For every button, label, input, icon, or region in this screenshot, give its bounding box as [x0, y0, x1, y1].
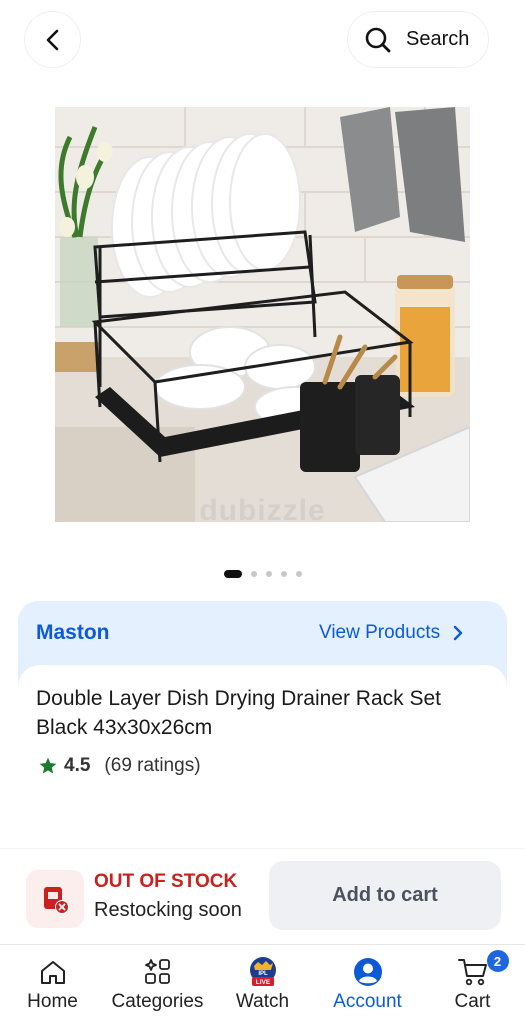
- view-products-link[interactable]: View Products: [319, 622, 464, 644]
- svg-text:IPL: IPL: [258, 971, 268, 977]
- home-icon: [40, 961, 65, 984]
- nav-label-home: Home: [27, 991, 78, 1012]
- nav-item-cart[interactable]: 2 Cart: [420, 945, 525, 1025]
- product-title: Double Layer Dish Drying Drainer Rack Se…: [36, 687, 441, 739]
- search-button[interactable]: Search: [347, 11, 489, 68]
- carousel-indicator: [0, 569, 525, 579]
- stock-status: OUT OF STOCK: [94, 871, 238, 892]
- chevron-right-icon: [453, 625, 463, 641]
- nav-item-account[interactable]: Account: [315, 945, 420, 1025]
- image-watermark: dubizzle: [199, 494, 326, 527]
- carousel-dot[interactable]: [223, 570, 242, 578]
- view-products-label: View Products: [319, 622, 441, 643]
- out-of-stock-icon: [26, 870, 84, 928]
- top-bar: Search: [0, 0, 525, 84]
- product-rating[interactable]: 4.5 (69 ratings): [38, 755, 201, 777]
- back-button[interactable]: [24, 11, 81, 68]
- nav-item-categories[interactable]: Categories: [105, 945, 210, 1025]
- rating-value: 4.5: [64, 755, 91, 776]
- brand-name[interactable]: Maston: [36, 621, 110, 645]
- star-icon: [39, 757, 57, 774]
- ipl-live-icon: IPL LIVE: [249, 957, 276, 986]
- chevron-left-icon: [46, 29, 58, 50]
- search-label: Search: [406, 28, 470, 50]
- bottom-navigation: Home Categories IPL LIVE Watch Account 2…: [0, 944, 525, 1025]
- account-icon: [353, 958, 382, 986]
- cart-icon: [457, 959, 487, 986]
- rating-count: (69 ratings): [104, 755, 201, 776]
- categories-icon: [144, 959, 170, 984]
- nav-item-watch[interactable]: IPL LIVE Watch: [210, 945, 315, 1025]
- nav-label-cart: Cart: [454, 991, 491, 1012]
- carousel-dot[interactable]: [295, 571, 302, 577]
- live-badge-text: LIVE: [255, 979, 270, 986]
- product-image[interactable]: [55, 107, 470, 522]
- carousel-dot[interactable]: [250, 571, 257, 577]
- carousel-dot[interactable]: [265, 571, 272, 577]
- nav-label-watch: Watch: [235, 991, 290, 1012]
- nav-label-account: Account: [333, 991, 402, 1012]
- carousel-dot[interactable]: [280, 571, 287, 577]
- nav-label-categories: Categories: [111, 991, 204, 1012]
- nav-item-home[interactable]: Home: [0, 945, 105, 1025]
- add-to-cart-button[interactable]: Add to cart: [269, 861, 501, 930]
- restock-note: Restocking soon: [94, 899, 242, 921]
- search-icon: [365, 27, 391, 52]
- cart-count-badge: 2: [486, 950, 509, 972]
